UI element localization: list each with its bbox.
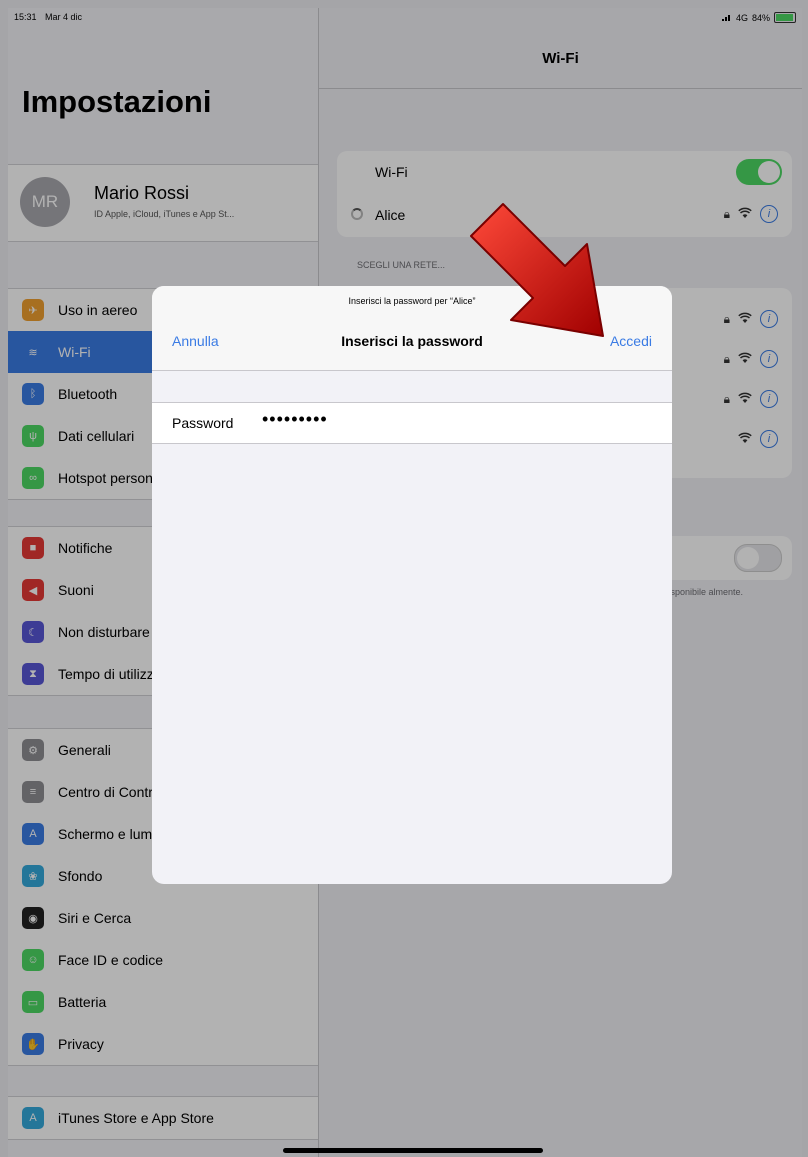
- password-input[interactable]: •••••••••: [262, 409, 328, 430]
- password-modal: Inserisci la password per “Alice” Annull…: [152, 286, 672, 884]
- password-field-row[interactable]: Password •••••••••: [152, 402, 672, 444]
- red-arrow-annotation: [470, 203, 604, 337]
- home-indicator: [283, 1148, 543, 1153]
- ipad-screen: Impostazioni MR Mario Rossi ID Apple, iC…: [8, 8, 802, 1157]
- password-label: Password: [172, 415, 234, 431]
